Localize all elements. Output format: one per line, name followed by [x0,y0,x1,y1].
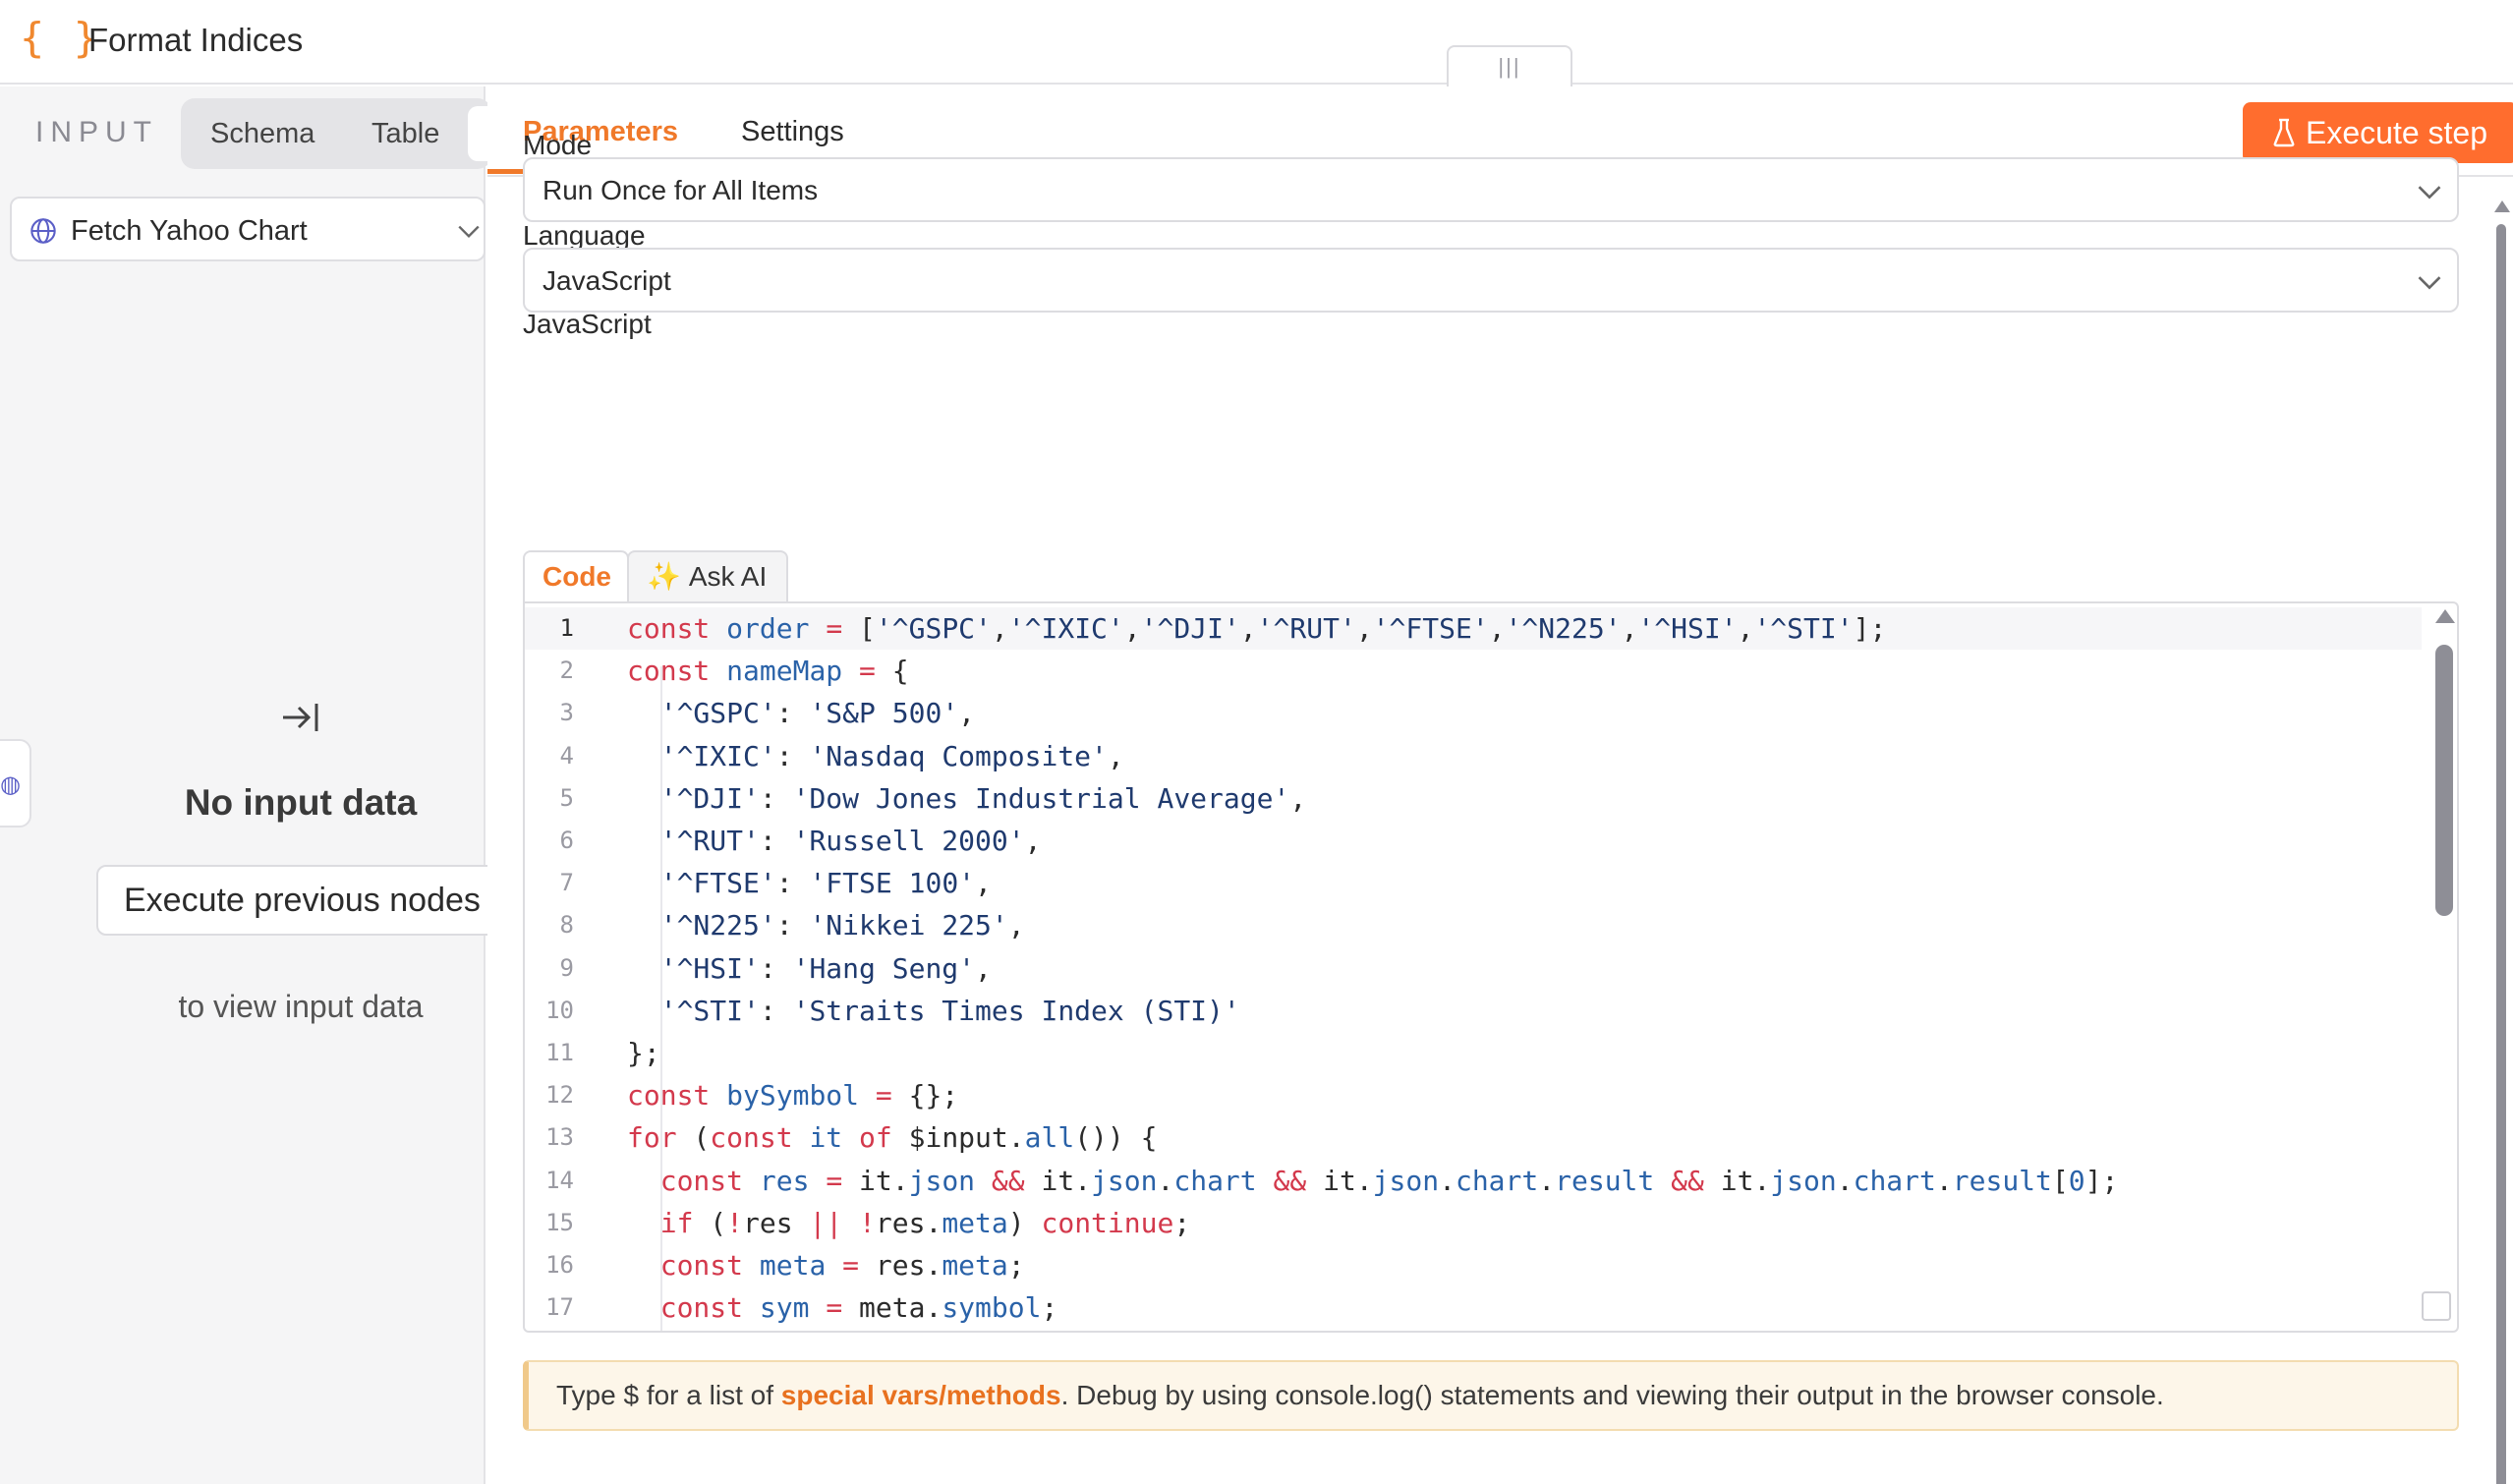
code-line[interactable]: 7 '^FTSE': 'FTSE 100', [525,862,2422,904]
mode-select[interactable]: Run Once for All Items [523,157,2459,222]
sparkle-icon: ✨ [647,561,681,592]
view-tab-schema[interactable]: Schema [210,108,314,159]
hint-suffix: . Debug by using console.log() statement… [1060,1380,2164,1410]
line-number: 10 [545,996,574,1024]
line-number: 7 [559,869,574,897]
code-text: '^DJI': 'Dow Jones Industrial Average', [659,781,1307,815]
mode-value: Run Once for All Items [543,175,819,205]
node-title[interactable]: Format Indices [88,22,303,59]
editor-scrollbar-thumb[interactable] [2435,645,2453,916]
line-number: 14 [545,1166,574,1194]
chevron-down-icon [2418,276,2441,290]
code-text: }; [627,1037,660,1069]
hint-prefix: Type $ for a list of [556,1380,781,1410]
code-text: const bySymbol = {}; [627,1079,959,1113]
code-text: '^IXIC': 'Nasdaq Composite', [659,739,1124,772]
code-line[interactable]: 13 for (const it of $input.all()) { [525,1116,2422,1159]
code-line[interactable]: 14 const res = it.json && it.json.chart … [525,1160,2422,1202]
input-node-select[interactable]: Fetch Yahoo Chart [10,197,485,261]
ask-ai-label: Ask AI [688,561,768,592]
code-line[interactable]: 11}; [525,1032,2422,1074]
line-number: 3 [559,699,574,727]
line-number: 16 [545,1251,574,1279]
code-editor[interactable]: 1 const order = ['^GSPC','^IXIC','^DJI','… [523,601,2459,1333]
line-number: 5 [559,783,574,812]
arrow-to-right-icon [283,704,318,731]
execute-previous-nodes-button[interactable]: Execute previous nodes [96,865,499,936]
language-select[interactable]: JavaScript [523,248,2459,313]
view-tab-table[interactable]: Table [371,108,439,159]
code-line[interactable]: 1 const order = ['^GSPC','^IXIC','^DJI','… [525,607,2422,650]
panel-scrollbar[interactable] [2492,195,2510,1484]
line-number: 12 [545,1081,574,1110]
line-number: 4 [559,741,574,770]
globe-icon [30,218,56,244]
code-line[interactable]: 10 '^STI': 'Straits Times Index (STI)' [525,990,2422,1032]
line-number: 17 [545,1293,574,1322]
view-mode-switch: Schema Table [181,98,497,169]
chevron-down-icon [2418,186,2441,200]
code-text: const res = it.json && it.json.chart && … [659,1164,2119,1197]
language-value: JavaScript [543,265,671,296]
tab-code[interactable]: Code [523,550,629,603]
chevron-down-icon [458,225,480,239]
line-number: 1 [559,614,574,642]
code-line[interactable]: 12 const bySymbol = {}; [525,1074,2422,1116]
execute-step-label: Execute step [2306,115,2487,150]
resize-editor-icon[interactable] [2422,1291,2451,1321]
code-line[interactable]: 16 const meta = res.meta; [525,1244,2422,1286]
code-line[interactable]: 4 '^IXIC': 'Nasdaq Composite', [525,735,2422,777]
code-line[interactable]: 17 const sym = meta.symbol; [525,1286,2422,1329]
parameters-panel: Parameters Settings Execute step Mode Ru… [487,86,2513,1484]
input-panel: INPUT Schema Table Fetch Yahoo Chart ◍ N… [0,86,499,1484]
panel-scrollbar-thumb[interactable] [2496,224,2506,1484]
line-number: 11 [545,1039,574,1066]
code-text: '^STI': 'Straits Times Index (STI)' [659,994,1240,1027]
code-text: '^RUT': 'Russell 2000', [659,825,1042,857]
tab-ask-ai[interactable]: ✨ Ask AI [627,550,788,603]
execute-step-button[interactable]: Execute step [2243,102,2513,163]
code-text: '^FTSE': 'FTSE 100', [659,867,992,900]
flask-icon [2273,118,2295,147]
code-text: const order = ['^GSPC','^IXIC','^DJI','^… [627,612,1887,645]
node-header: { } Format Indices [0,0,2513,85]
code-text: const nameMap = { [627,655,909,688]
code-line[interactable]: 15 if (!res || !res.meta) continue; [525,1202,2422,1244]
line-number: 15 [545,1208,574,1236]
code-text: const sym = meta.symbol; [659,1291,1058,1325]
code-hint-callout: Type $ for a list of special vars/method… [523,1360,2459,1431]
special-vars-link[interactable]: special vars/methods [781,1380,1061,1410]
code-line[interactable]: 3 '^GSPC': 'S&P 500', [525,692,2422,734]
tab-settings[interactable]: Settings [741,116,844,148]
code-text: if (!res || !res.meta) continue; [659,1206,1191,1239]
scroll-up-arrow-icon[interactable] [2494,200,2510,212]
line-number: 2 [559,656,574,685]
scroll-up-arrow-icon[interactable] [2435,609,2455,623]
code-text: const meta = res.meta; [659,1249,1025,1282]
code-line[interactable]: 2 const nameMap = { [525,650,2422,692]
code-field-label: JavaScript [523,309,652,339]
code-text: for (const it of $input.all()) { [627,1121,1158,1155]
line-number: 9 [559,953,574,982]
code-text: '^GSPC': 'S&P 500', [659,697,976,730]
code-line[interactable]: 6 '^RUT': 'Russell 2000', [525,820,2422,862]
input-node-name: Fetch Yahoo Chart [71,215,308,247]
panel-drag-handle[interactable]: ||| [1447,45,1572,86]
editor-scrollbar[interactable] [2431,609,2457,1327]
code-text: '^N225': 'Nikkei 225', [659,909,1025,942]
code-text: '^HSI': 'Hang Seng', [659,951,992,985]
line-number: 8 [559,911,574,940]
code-line[interactable]: 5 '^DJI': 'Dow Jones Industrial Average'… [525,777,2422,820]
code-line[interactable]: 8 '^N225': 'Nikkei 225', [525,904,2422,946]
line-number: 6 [559,827,574,854]
input-panel-label: INPUT [35,116,158,148]
line-number: 13 [545,1123,574,1152]
code-line[interactable]: 9 '^HSI': 'Hang Seng', [525,947,2422,990]
